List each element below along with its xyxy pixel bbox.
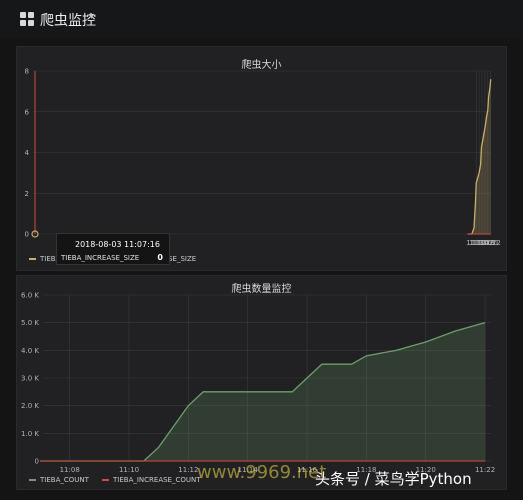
legend-item-increase-count[interactable]: TIEBA_INCREASE_COUNT bbox=[102, 476, 201, 484]
count-chart[interactable]: 0 1.0 K 2.0 K 3.0 K 4.0 K 5.0 K 6.0 K 11:08 11:1… bbox=[17, 276, 508, 491]
y-tick-label: 4 bbox=[25, 149, 30, 157]
chevron-down-icon[interactable]: ▾ bbox=[89, 11, 94, 22]
tooltip-time: 2018-08-03 11:07:16 bbox=[75, 240, 160, 249]
x-tick-label: 11:10 bbox=[119, 466, 139, 474]
dashboard-header: 爬虫监控 ▾ bbox=[0, 0, 523, 38]
x-tick-label: 11:08 bbox=[60, 466, 80, 474]
watermark-credit: 头条号 / 菜鸟学Python bbox=[315, 470, 472, 488]
x-tick-label: 11:22 bbox=[475, 466, 495, 474]
legend-label: TIEBA_COUNT bbox=[40, 476, 89, 484]
y-tick-label: 2 bbox=[25, 190, 29, 198]
x-tick-label: 11:12 bbox=[178, 466, 198, 474]
legend-item-count[interactable]: TIEBA_COUNT bbox=[29, 476, 89, 484]
y-tick-label: 6 bbox=[25, 108, 30, 116]
x-tick-label: 11:22 bbox=[481, 239, 501, 247]
tooltip-series: TIEBA_INCREASE_SIZE bbox=[61, 254, 140, 262]
y-tick-label: 5.0 K bbox=[21, 319, 39, 327]
watermark-site: www.9969.net bbox=[197, 462, 327, 483]
chart-tooltip: 2018-08-03 11:07:16 TIEBA_INCREASE_SIZE … bbox=[56, 233, 170, 265]
y-tick-label: 2.0 K bbox=[21, 402, 39, 410]
y-tick-label: 8 bbox=[25, 68, 29, 76]
dashboard-title[interactable]: 爬虫监控 bbox=[40, 10, 96, 30]
panel-crawler-count: 爬虫数量监控 0 1.0 K 2.0 K 3.0 K 4.0 K 5.0 K 6.0 K 11… bbox=[16, 275, 507, 490]
y-tick-label: 0 bbox=[25, 231, 29, 239]
legend-label: TIEBA_INCREASE_COUNT bbox=[113, 476, 201, 484]
tooltip-value: 0 bbox=[157, 253, 163, 262]
y-tick-label: 3.0 K bbox=[21, 375, 39, 383]
y-tick-label: 1.0 K bbox=[21, 430, 39, 438]
y-tick-label: 4.0 K bbox=[21, 347, 39, 355]
y-tick-label: 0 bbox=[35, 458, 39, 466]
y-tick-label: 6.0 K bbox=[21, 292, 39, 300]
dashboard-grid-icon[interactable] bbox=[20, 12, 34, 26]
